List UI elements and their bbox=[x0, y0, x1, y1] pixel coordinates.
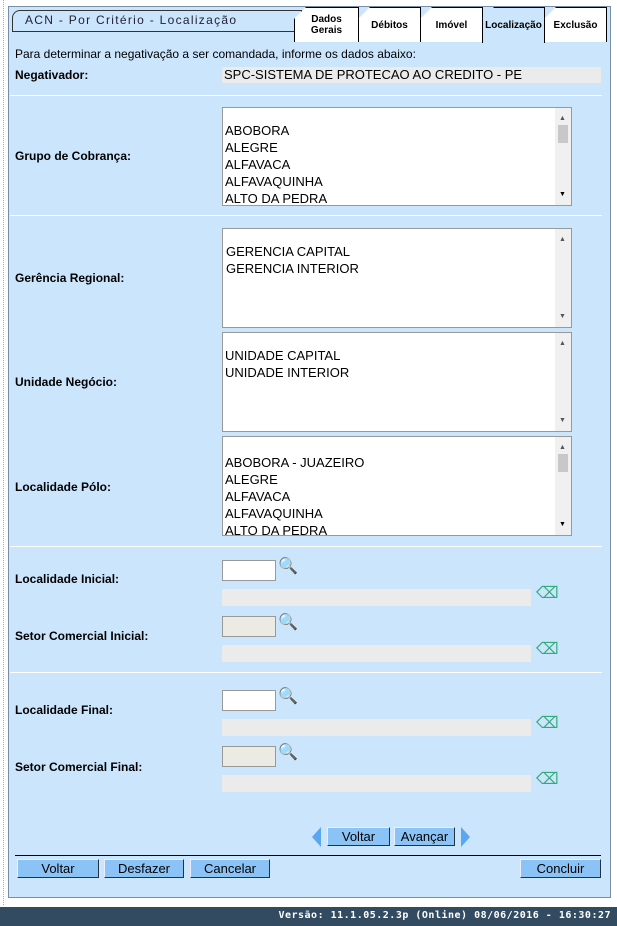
localidade-inicial-description bbox=[222, 589, 531, 606]
desfazer-button[interactable]: Desfazer bbox=[104, 859, 184, 878]
wizard-next-button[interactable]: Avançar bbox=[394, 827, 455, 846]
setor-inicial-description bbox=[222, 645, 531, 662]
scrollbar[interactable]: ▲ ▼ bbox=[555, 437, 571, 535]
tab-exclusao[interactable]: Exclusão bbox=[544, 7, 607, 42]
wizard-back-button[interactable]: Voltar bbox=[327, 827, 390, 846]
scroll-down-icon[interactable]: ▼ bbox=[559, 516, 566, 533]
scroll-down-icon[interactable]: ▼ bbox=[559, 186, 566, 203]
setor-final-label: Setor Comercial Final: bbox=[15, 760, 143, 774]
option[interactable]: UNIDADE INTERIOR bbox=[225, 364, 571, 381]
divider bbox=[15, 855, 601, 856]
scroll-down-icon[interactable]: ▼ bbox=[559, 412, 566, 429]
intro-text: Para determinar a negativação a ser coma… bbox=[15, 47, 416, 61]
option[interactable]: GERENCIA INTERIOR bbox=[226, 260, 571, 277]
negativador-value: SPC-SISTEMA DE PROTECAO AO CREDITO - PE bbox=[222, 67, 601, 83]
localidade-final-description bbox=[222, 719, 531, 736]
localidade-polo-label: Localidade Pólo: bbox=[15, 480, 112, 494]
eraser-icon[interactable]: ⌫ bbox=[536, 639, 559, 659]
localidade-final-label: Localidade Final: bbox=[15, 703, 114, 717]
option[interactable]: GERENCIA CAPITAL bbox=[226, 243, 571, 260]
divider bbox=[10, 95, 602, 96]
scrollbar[interactable]: ▲ ▼ bbox=[555, 229, 571, 327]
voltar-button[interactable]: Voltar bbox=[17, 859, 99, 878]
gerencia-regional-listbox[interactable]: GERENCIA CAPITAL GERENCIA INTERIOR ▲ ▼ bbox=[222, 228, 572, 328]
option[interactable]: ALFAVACA bbox=[225, 156, 571, 173]
localidade-polo-listbox[interactable]: ABOBORA - JUAZEIRO ALEGRE ALFAVACA ALFAVAQU… bbox=[222, 436, 572, 536]
arrow-left-icon[interactable] bbox=[312, 827, 321, 847]
option[interactable]: ALFAVAQUINHA bbox=[225, 505, 571, 522]
scroll-thumb[interactable] bbox=[558, 125, 568, 143]
localidade-inicial-input[interactable] bbox=[222, 560, 276, 581]
left-edge bbox=[0, 0, 4, 905]
concluir-button[interactable]: Concluir bbox=[520, 859, 601, 878]
option[interactable]: ALFAVAQUINHA bbox=[225, 173, 571, 190]
divider bbox=[10, 672, 602, 673]
option[interactable]: UNIDADE CAPITAL bbox=[225, 347, 571, 364]
tab-debitos[interactable]: Débitos bbox=[358, 7, 421, 42]
search-icon[interactable]: 🔍 bbox=[278, 556, 298, 576]
option[interactable]: ALEGRE bbox=[225, 139, 571, 156]
unidade-label: Unidade Negócio: bbox=[15, 375, 118, 389]
tab-dados-gerais[interactable]: Dados Gerais bbox=[294, 7, 359, 42]
scroll-up-icon[interactable]: ▲ bbox=[559, 231, 566, 248]
option[interactable]: ABOBORA - JUAZEIRO bbox=[225, 454, 571, 471]
eraser-icon[interactable]: ⌫ bbox=[536, 769, 559, 789]
localidade-final-input[interactable] bbox=[222, 690, 276, 711]
option[interactable]: ALTO DA PEDRA bbox=[225, 190, 571, 205]
localidade-inicial-label: Localidade Inicial: bbox=[15, 572, 120, 586]
scrollbar[interactable]: ▲ ▼ bbox=[555, 333, 571, 431]
tab-localizacao[interactable]: Localização bbox=[482, 7, 545, 43]
eraser-icon[interactable]: ⌫ bbox=[536, 713, 559, 733]
scrollbar[interactable]: ▲ ▼ bbox=[555, 108, 571, 205]
page-title: ACN - Por Critério - Localização bbox=[12, 10, 302, 32]
eraser-icon[interactable]: ⌫ bbox=[536, 583, 559, 603]
divider bbox=[10, 546, 602, 547]
gerencia-label: Gerência Regional: bbox=[15, 271, 125, 285]
search-icon[interactable]: 🔍 bbox=[278, 742, 298, 762]
version-footer: Versão: 11.1.05.2.3p (Online) 08/06/2016… bbox=[0, 907, 617, 926]
scroll-up-icon[interactable]: ▲ bbox=[559, 335, 566, 352]
scroll-down-icon[interactable]: ▼ bbox=[559, 308, 566, 325]
search-icon[interactable]: 🔍 bbox=[278, 686, 298, 706]
divider bbox=[10, 215, 602, 216]
setor-inicial-label: Setor Comercial Inicial: bbox=[15, 629, 149, 643]
option[interactable]: ALTO DA PEDRA bbox=[225, 522, 571, 535]
scroll-thumb[interactable] bbox=[558, 454, 568, 472]
option[interactable]: ABOBORA bbox=[225, 122, 571, 139]
unidade-negocio-listbox[interactable]: UNIDADE CAPITAL UNIDADE INTERIOR ▲ ▼ bbox=[222, 332, 572, 432]
grupo-cobranca-listbox[interactable]: ABOBORA ALEGRE ALFAVACA ALFAVAQUINHA ALTO DA… bbox=[222, 107, 572, 206]
negativador-label: Negativador: bbox=[15, 68, 89, 82]
arrow-right-icon[interactable] bbox=[461, 827, 470, 847]
option[interactable]: ALFAVACA bbox=[225, 488, 571, 505]
setor-final-input[interactable] bbox=[222, 746, 276, 767]
search-icon[interactable]: 🔍 bbox=[278, 612, 298, 632]
grupo-label: Grupo de Cobrança: bbox=[15, 149, 132, 163]
tab-imovel[interactable]: Imóvel bbox=[420, 7, 483, 42]
setor-final-description bbox=[222, 775, 531, 792]
setor-inicial-input[interactable] bbox=[222, 616, 276, 637]
cancelar-button[interactable]: Cancelar bbox=[190, 859, 270, 878]
option[interactable]: ALEGRE bbox=[225, 471, 571, 488]
